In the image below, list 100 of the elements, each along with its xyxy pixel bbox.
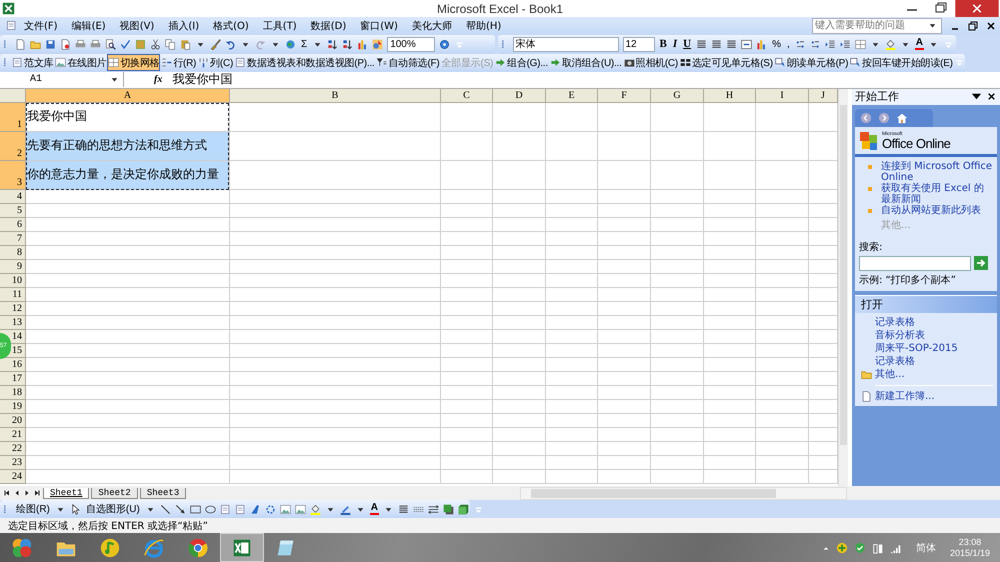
recent-file-link[interactable]: 记录表格: [875, 356, 993, 367]
column-header[interactable]: E: [546, 88, 598, 103]
formula-field[interactable]: 我爱你中国: [172, 71, 232, 88]
font-color-button[interactable]: A: [914, 38, 924, 50]
menu-item[interactable]: 数据(D): [304, 18, 354, 33]
column-header[interactable]: H: [704, 88, 756, 103]
column-header[interactable]: I: [756, 88, 809, 103]
row-header[interactable]: 23: [0, 456, 26, 470]
name-box[interactable]: A1: [0, 72, 124, 88]
line-icon[interactable]: [160, 504, 171, 515]
font-color-button[interactable]: A: [370, 503, 380, 516]
bar-chart-icon[interactable]: [357, 38, 368, 50]
cursor-icon[interactable]: [70, 504, 81, 515]
row-header[interactable]: 13: [0, 316, 26, 330]
link[interactable]: 连接到 Microsoft Office Online: [881, 160, 993, 183]
battery-icon[interactable]: [872, 542, 884, 554]
row-header[interactable]: 21: [0, 428, 26, 442]
arrow-style-icon[interactable]: [428, 504, 440, 515]
new-workbook-link[interactable]: 新建工作簿...: [875, 390, 935, 402]
row-header[interactable]: 17: [0, 372, 26, 386]
link[interactable]: 获取有关使用 Excel 的最新新闻: [881, 182, 993, 205]
previous-icon[interactable]: [13, 489, 21, 498]
row-header[interactable]: 5: [0, 204, 26, 218]
restore-icon[interactable]: [967, 20, 979, 32]
toolbar-button[interactable]: 范文库: [11, 54, 54, 72]
horizontal-scrollbar[interactable]: [520, 486, 848, 500]
menu-item[interactable]: 视图(V): [112, 18, 162, 33]
search-field[interactable]: [859, 256, 971, 271]
close-icon[interactable]: [986, 91, 997, 102]
column-header[interactable]: D: [493, 88, 546, 103]
increase-decimal-icon[interactable]: [794, 38, 806, 50]
menu-item[interactable]: 插入(I): [161, 18, 206, 33]
vertical-scrollbar[interactable]: [838, 88, 848, 486]
forward-icon[interactable]: [878, 112, 890, 124]
toolbar-button[interactable]: 按回车键开始朗读(E): [849, 54, 954, 72]
toolbar-button[interactable]: 切换网格: [107, 54, 160, 72]
row-header[interactable]: 12: [0, 302, 26, 316]
sheet-tab[interactable]: Sheet3: [140, 488, 186, 499]
row-header[interactable]: 10: [0, 274, 26, 288]
toolbar-button[interactable]: 组合(G)...: [494, 54, 549, 72]
recent-file-link[interactable]: 音标分析表: [875, 330, 993, 341]
toolbar-button[interactable]: 列(C): [197, 54, 234, 72]
merge-cells-icon[interactable]: [741, 38, 752, 50]
fill-color-icon[interactable]: [884, 38, 896, 50]
clip-art-icon[interactable]: [280, 504, 291, 515]
font-dropdown[interactable]: 宋体: [512, 36, 618, 52]
toolbar-button[interactable]: 照相机(C): [622, 54, 679, 72]
wordart-icon[interactable]: [250, 504, 261, 515]
toolbar-button[interactable]: 行(R): [160, 54, 198, 72]
undo-icon[interactable]: [225, 38, 236, 50]
column-header[interactable]: G: [651, 88, 704, 103]
toolbar-button[interactable]: 朗读单元格(P): [774, 54, 850, 72]
column-header[interactable]: A: [26, 88, 230, 103]
spell-check-icon[interactable]: [120, 38, 131, 50]
toolbar-button[interactable]: 在线图片: [54, 54, 108, 72]
more-link[interactable]: 其他...: [875, 368, 905, 380]
document-permission-icon[interactable]: [60, 38, 71, 50]
draw-menu-button[interactable]: 绘图(R): [15, 502, 51, 516]
vertical-text-box-icon[interactable]: [234, 504, 246, 515]
sheet-tab[interactable]: Sheet2: [91, 488, 138, 499]
back-icon[interactable]: [860, 112, 872, 124]
menu-item[interactable]: 窗口(W): [353, 18, 405, 33]
row-header[interactable]: 8: [0, 246, 26, 260]
column-header[interactable]: B: [230, 88, 441, 103]
close-icon[interactable]: [985, 20, 997, 32]
insert-function-button[interactable]: fx: [154, 74, 162, 86]
menu-item[interactable]: 文件(F): [17, 18, 65, 33]
menu-item[interactable]: 帮助(H): [458, 18, 508, 33]
align-left-icon[interactable]: [696, 38, 708, 50]
arrow-icon[interactable]: [174, 504, 186, 515]
line-color-icon[interactable]: [340, 504, 351, 515]
link[interactable]: 自动从网站更新此列表: [881, 204, 981, 216]
align-right-icon[interactable]: [726, 38, 738, 50]
text-box-icon[interactable]: [220, 504, 231, 515]
shadow-icon[interactable]: [443, 504, 454, 515]
rectangle-icon[interactable]: [190, 504, 201, 515]
help-icon[interactable]: [439, 38, 450, 50]
column-header[interactable]: F: [598, 88, 651, 103]
clipboard-icon[interactable]: [180, 38, 191, 50]
toolbar-button[interactable]: 取消组合(U)...: [548, 54, 623, 72]
last-icon[interactable]: [33, 489, 41, 498]
next-icon[interactable]: [23, 489, 31, 498]
row-header[interactable]: 11: [0, 288, 26, 302]
number-format-button[interactable]: ,: [786, 38, 791, 50]
menu-item[interactable]: 美化大师: [404, 18, 459, 33]
copy-icon[interactable]: [165, 38, 176, 50]
align-center-icon[interactable]: [711, 38, 722, 50]
recent-file-link[interactable]: 记录表格: [875, 316, 993, 328]
cube-icon[interactable]: [458, 504, 470, 515]
row-header[interactable]: 3: [0, 160, 26, 190]
oval-icon[interactable]: [204, 504, 216, 515]
toolbar-button[interactable]: 自动筛选(F): [375, 54, 440, 72]
line-style-icon[interactable]: [398, 504, 410, 515]
row-header[interactable]: 22: [0, 442, 26, 456]
fill-color-icon[interactable]: [310, 504, 321, 515]
sort-ascending-icon[interactable]: [327, 38, 338, 50]
document-icon[interactable]: [15, 38, 26, 50]
row-header[interactable]: 4: [0, 190, 26, 204]
menu-item[interactable]: 格式(O): [206, 18, 256, 33]
row-header[interactable]: 19: [0, 400, 26, 414]
